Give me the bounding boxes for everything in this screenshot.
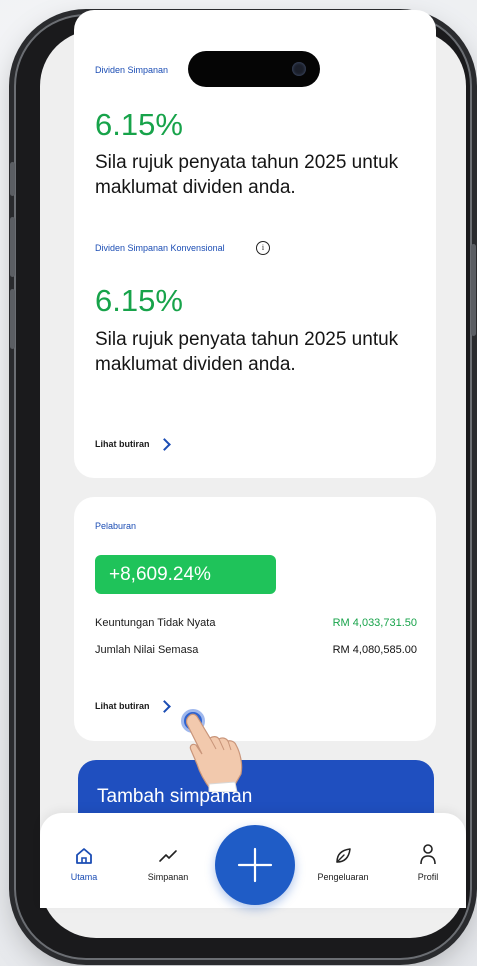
nav-item-spending[interactable]: Pengeluaran bbox=[310, 846, 376, 882]
dividend-rate: 6.15% bbox=[95, 107, 183, 142]
conventional-dividend-note: Sila rujuk penyata tahun 2025 untuk makl… bbox=[95, 329, 399, 375]
unrealized-gain-value: RM 4,033,731.50 bbox=[332, 617, 417, 629]
dividend-note: Sila rujuk penyata tahun 2025 untuk makl… bbox=[95, 152, 399, 198]
conventional-dividend-caption: Dividen Simpanan Konvensional bbox=[95, 243, 225, 253]
current-value-label: Jumlah Nilai Semasa bbox=[95, 644, 199, 656]
pointing-hand-icon bbox=[186, 713, 243, 792]
investment-caption: Pelaburan bbox=[95, 521, 137, 531]
plus-icon bbox=[237, 847, 273, 883]
side-button bbox=[10, 162, 15, 196]
camera-icon bbox=[292, 62, 306, 76]
conventional-dividend-rate: 6.15% bbox=[95, 283, 183, 318]
nav-item-home[interactable]: Utama bbox=[64, 846, 104, 882]
nav-label-profile: Profil bbox=[417, 872, 439, 882]
unrealized-gain-label: Keuntungan Tidak Nyata bbox=[95, 617, 216, 629]
dynamic-island bbox=[188, 51, 320, 87]
add-fab-button[interactable] bbox=[215, 825, 295, 905]
user-icon bbox=[420, 844, 436, 865]
power-button bbox=[471, 244, 476, 336]
nav-label-home: Utama bbox=[70, 872, 98, 882]
dividend-details-label: Lihat butiran bbox=[95, 439, 150, 449]
investment-details-label: Lihat butiran bbox=[95, 701, 150, 711]
nav-item-profile[interactable]: Profil bbox=[412, 843, 444, 882]
chevron-right-icon bbox=[157, 699, 171, 713]
current-value-amount: RM 4,080,585.00 bbox=[332, 644, 417, 656]
info-icon[interactable]: i bbox=[256, 241, 270, 255]
investment-gain-badge: +8,609.24% bbox=[95, 555, 276, 594]
chevron-right-icon bbox=[157, 437, 171, 451]
trend-chart-icon bbox=[159, 850, 177, 862]
nav-item-savings[interactable]: Simpanan bbox=[140, 846, 196, 882]
nav-label-spending: Pengeluaran bbox=[317, 872, 369, 882]
nav-label-savings: Simpanan bbox=[147, 872, 189, 882]
dividend-caption: Dividen Simpanan bbox=[95, 65, 169, 75]
home-icon bbox=[76, 848, 92, 864]
leaf-icon bbox=[336, 848, 351, 863]
investment-details-link[interactable]: Lihat butiran bbox=[95, 699, 171, 713]
volume-down-button bbox=[10, 289, 15, 349]
volume-up-button bbox=[10, 217, 15, 277]
dividend-details-link[interactable]: Lihat butiran bbox=[95, 437, 171, 451]
